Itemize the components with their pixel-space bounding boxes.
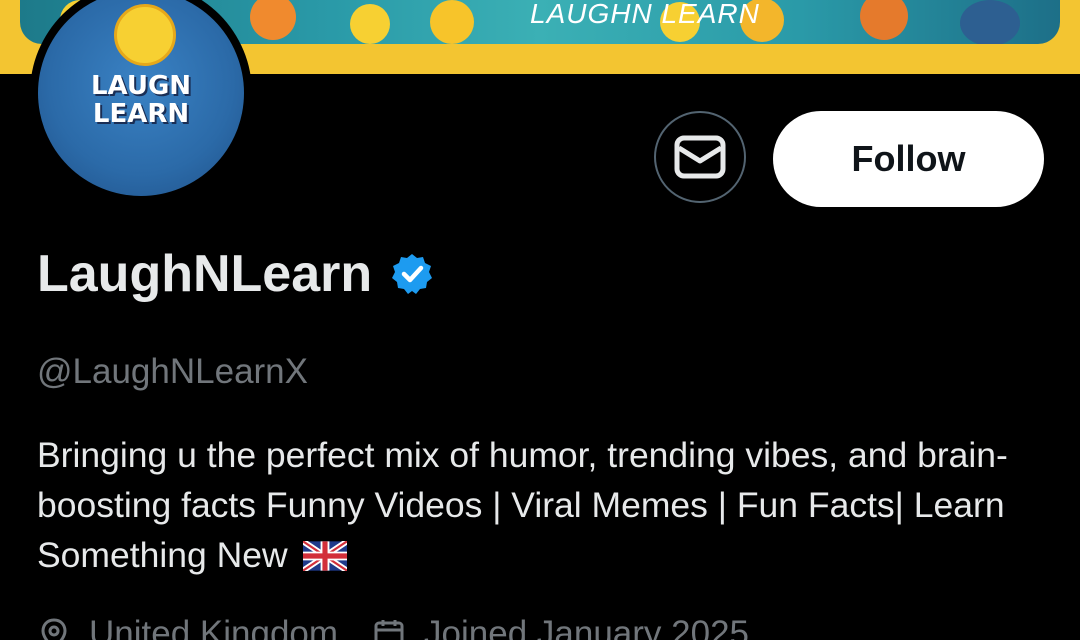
display-name: LaughNLearn	[37, 245, 373, 303]
joined-text: Joined January 2025	[424, 614, 750, 640]
avatar-image: LAUGN LEARN	[38, 0, 244, 196]
location-pin-icon	[41, 618, 67, 640]
banner-title: LAUGHN LEARN	[530, 0, 760, 29]
display-name-row: LaughNLearn	[37, 243, 434, 305]
sun-emoji-icon	[114, 4, 176, 66]
location-item: United Kingdom	[37, 612, 338, 640]
user-handle: @LaughNLearnX	[37, 352, 308, 391]
follow-button[interactable]: Follow	[773, 111, 1044, 207]
bio-text: Bringing u the perfect mix of humor, tre…	[37, 435, 1008, 575]
calendar-icon	[374, 620, 404, 640]
avatar-logo-line2: LEARN	[92, 99, 190, 129]
verified-badge-icon[interactable]	[390, 252, 434, 296]
profile-page: LAUGHN LEARN LAUGN LEARN Follow LaughNLe…	[0, 0, 1080, 640]
profile-avatar[interactable]: LAUGN LEARN	[30, 0, 252, 204]
envelope-icon	[674, 135, 726, 179]
message-button[interactable]	[654, 111, 746, 203]
profile-meta: United Kingdom Joined January 2025	[37, 612, 783, 640]
joined-item: Joined January 2025	[372, 612, 749, 640]
profile-bio: Bringing u the perfect mix of humor, tre…	[37, 430, 1047, 580]
location-text: United Kingdom	[89, 614, 339, 640]
avatar-logo-line1: LAUGN	[90, 71, 192, 101]
uk-flag-icon	[303, 541, 348, 571]
